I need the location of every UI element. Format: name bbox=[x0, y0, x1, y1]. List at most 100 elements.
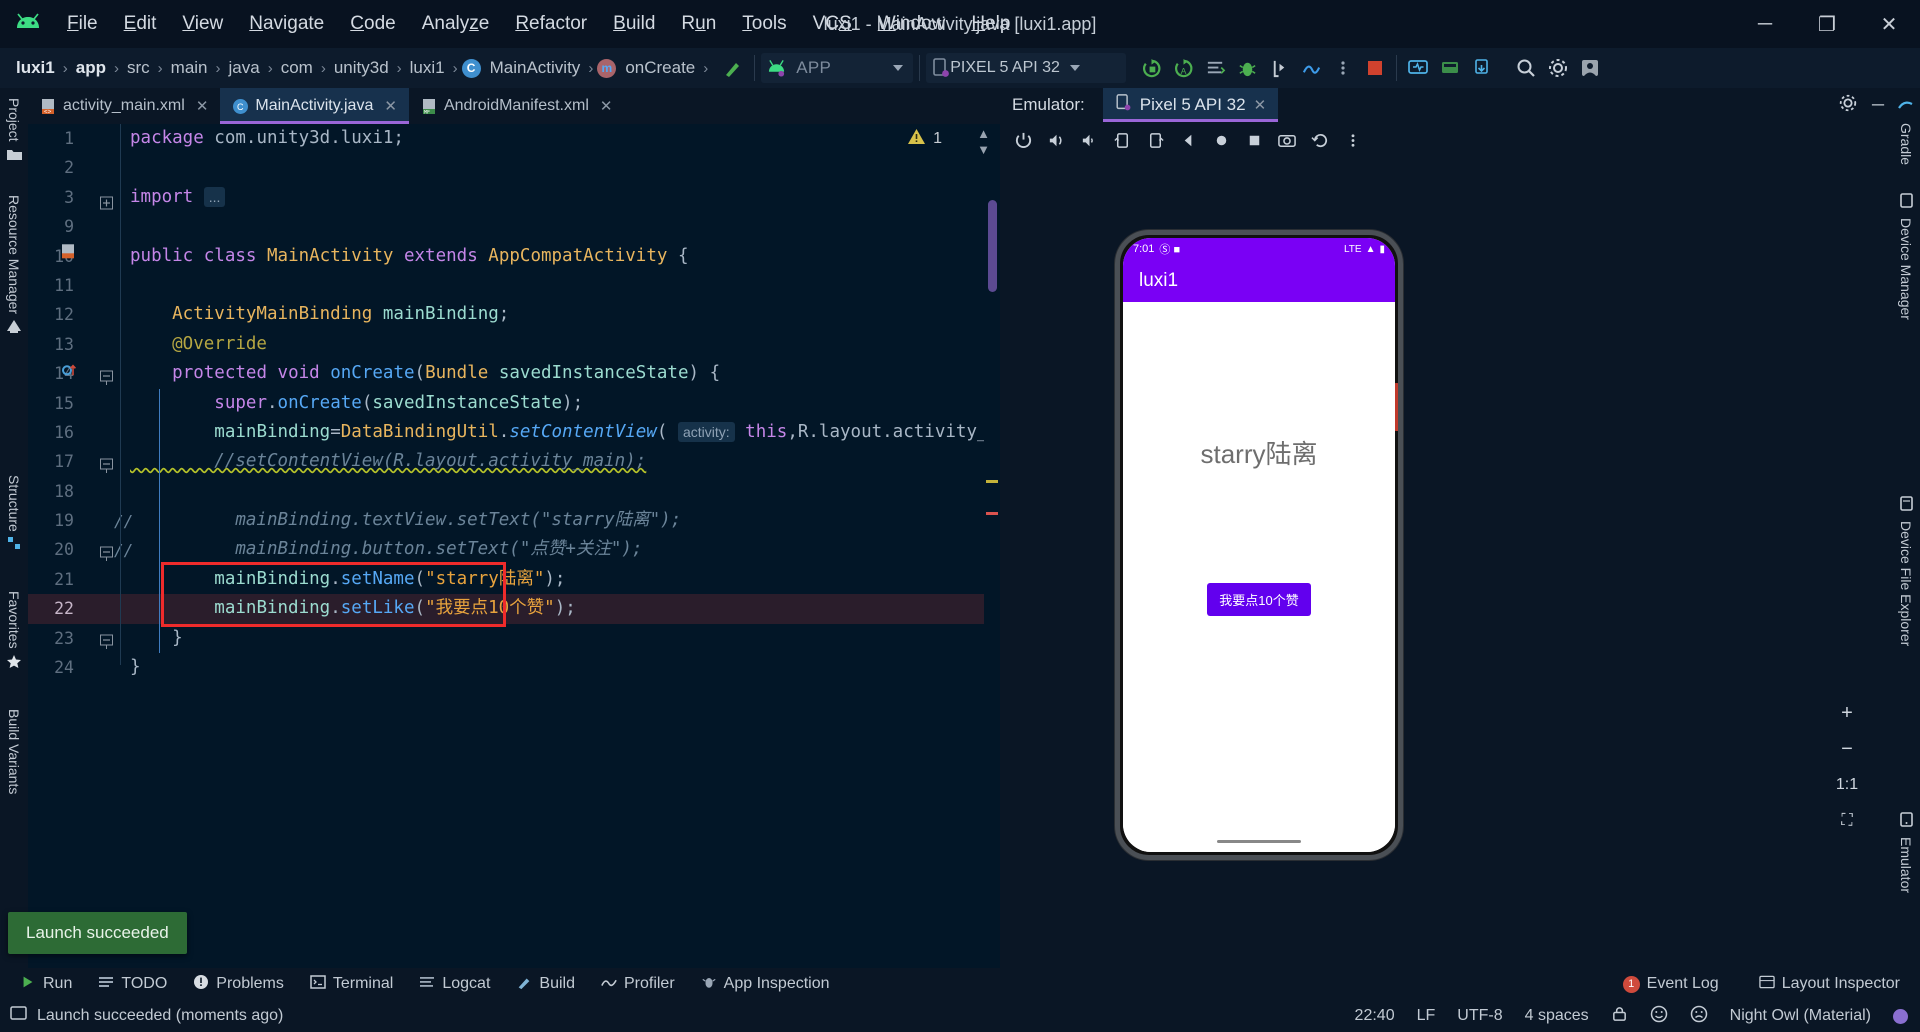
breadcrumb-item-luxi1-pkg[interactable]: luxi1 bbox=[406, 58, 449, 78]
actual-size-button[interactable]: 1:1 bbox=[1830, 768, 1864, 802]
close-icon[interactable]: ✕ bbox=[384, 97, 397, 115]
debug-icon[interactable] bbox=[1232, 53, 1262, 83]
code-editor[interactable]: 1 ▲ ▼ 1 package com.unity3d.luxi1; 2 3 impor… bbox=[28, 124, 1000, 972]
editor-scrollbar[interactable] bbox=[988, 200, 997, 292]
sidebar-item-device-manager[interactable]: Device Manager bbox=[1892, 185, 1920, 328]
tool-window-event-log[interactable]: 1 Event Log bbox=[1613, 972, 1729, 996]
breadcrumb-item-luxi1[interactable]: luxi1 bbox=[12, 58, 59, 78]
menu-vcs[interactable]: VCS bbox=[800, 9, 865, 39]
search-icon[interactable] bbox=[1511, 53, 1541, 83]
code-line[interactable]: 16 mainBinding=DataBindingUtil.setConten… bbox=[28, 418, 1000, 447]
code-line[interactable]: 14 protected void onCreate(Bundle savedI… bbox=[28, 359, 1000, 388]
code-line[interactable]: 17 //setContentView(R.layout.activity_ma… bbox=[28, 447, 1000, 476]
breadcrumb-item-java[interactable]: java bbox=[225, 58, 264, 78]
menu-help[interactable]: Help bbox=[958, 9, 1023, 39]
lock-icon[interactable] bbox=[1611, 1005, 1628, 1027]
fold-toggle-icon[interactable] bbox=[100, 191, 113, 210]
code-line[interactable]: 3 import ... bbox=[28, 183, 1000, 212]
code-line[interactable]: 9 bbox=[28, 212, 1000, 241]
minimize-button[interactable]: ─ bbox=[1734, 0, 1796, 48]
profiler-icon[interactable] bbox=[1296, 53, 1326, 83]
breadcrumb-item-mainactivity[interactable]: MainActivity bbox=[486, 58, 585, 78]
gear-icon[interactable] bbox=[1838, 93, 1858, 118]
menu-refactor[interactable]: Refactor bbox=[502, 9, 600, 39]
tool-window-terminal[interactable]: Terminal bbox=[300, 972, 403, 997]
tool-window-build[interactable]: Build bbox=[506, 971, 585, 998]
code-line[interactable]: 10public class MainActivity extends AppC… bbox=[28, 242, 1000, 271]
rotate-left-icon[interactable] bbox=[1107, 125, 1137, 155]
back-icon[interactable] bbox=[1173, 125, 1203, 155]
run-icon[interactable] bbox=[1136, 53, 1166, 83]
sidebar-item-device-file-explorer[interactable]: Device File Explorer bbox=[1892, 488, 1920, 654]
line-separator[interactable]: LF bbox=[1417, 1007, 1436, 1025]
more-icon[interactable] bbox=[1338, 125, 1368, 155]
breadcrumb-item-oncreate[interactable]: onCreate bbox=[621, 58, 699, 78]
code-line[interactable]: 24} bbox=[28, 653, 1000, 682]
device-selector[interactable]: PIXEL 5 API 32 bbox=[926, 53, 1127, 83]
overview-icon[interactable] bbox=[1239, 125, 1269, 155]
gear-icon[interactable] bbox=[1543, 53, 1573, 83]
theme-name[interactable]: Night Owl (Material) bbox=[1730, 1007, 1871, 1025]
build-hammer-icon[interactable] bbox=[718, 53, 748, 83]
tool-window-problems[interactable]: Problems bbox=[183, 971, 294, 998]
avatar[interactable] bbox=[1575, 53, 1605, 83]
layout-link-gutter-icon[interactable] bbox=[60, 242, 76, 271]
power-icon[interactable] bbox=[1008, 125, 1038, 155]
minimize-panel-icon[interactable]: ─ bbox=[1872, 95, 1884, 115]
emulator-device-tab[interactable]: Pixel 5 API 32 ✕ bbox=[1102, 88, 1279, 122]
code-line[interactable]: 15 super.onCreate(savedInstanceState); bbox=[28, 389, 1000, 418]
code-line[interactable]: 13 @Override bbox=[28, 330, 1000, 359]
code-line[interactable]: 1 package com.unity3d.luxi1; bbox=[28, 124, 1000, 153]
sdk-manager-icon[interactable] bbox=[1435, 53, 1465, 83]
menu-run[interactable]: Run bbox=[668, 9, 729, 39]
device-screen[interactable]: 7:01 Ⓢ ■ LTE ▲ ▮ luxi1 starry陆离 我要点10个赞 bbox=[1123, 238, 1395, 852]
emulator-device-frame[interactable]: 7:01 Ⓢ ■ LTE ▲ ▮ luxi1 starry陆离 我要点10个赞 bbox=[1115, 230, 1403, 860]
code-line[interactable]: 21 mainBinding.setName("starry陆离"); bbox=[28, 565, 1000, 594]
code-line[interactable]: 22 mainBinding.setLike("我要点10个赞"); bbox=[28, 594, 1000, 624]
history-icon[interactable] bbox=[1305, 125, 1335, 155]
fit-screen-button[interactable]: ⛶ bbox=[1830, 804, 1864, 838]
run-configuration-selector[interactable]: APP bbox=[761, 53, 914, 83]
caret-position[interactable]: 22:40 bbox=[1355, 1007, 1395, 1025]
home-icon[interactable] bbox=[1206, 125, 1236, 155]
tab-androidmanifest-xml[interactable]: MF AndroidManifest.xml ✕ bbox=[409, 88, 625, 124]
run-with-coverage-icon[interactable]: A bbox=[1168, 53, 1198, 83]
sidebar-item-project[interactable]: Project bbox=[0, 90, 28, 175]
close-icon[interactable]: ✕ bbox=[196, 97, 209, 115]
menu-edit[interactable]: Edit bbox=[111, 9, 170, 39]
close-icon[interactable]: ✕ bbox=[1254, 96, 1267, 114]
status-message[interactable]: Launch succeeded (moments ago) bbox=[37, 1007, 283, 1025]
override-gutter-icon[interactable] bbox=[62, 359, 78, 388]
more-actions-icon[interactable] bbox=[1328, 53, 1358, 83]
sidebar-item-resource-manager[interactable]: Resource Manager bbox=[0, 187, 28, 347]
menu-tools[interactable]: Tools bbox=[729, 9, 799, 39]
tool-window-run[interactable]: Run bbox=[10, 971, 82, 998]
menu-view[interactable]: View bbox=[169, 9, 236, 39]
maximize-button[interactable]: ❐ bbox=[1796, 0, 1858, 48]
screenshot-icon[interactable] bbox=[1272, 125, 1302, 155]
code-line[interactable]: 20 // mainBinding.button.setText("点赞+关注")… bbox=[28, 535, 1000, 564]
breadcrumb-item-src[interactable]: src bbox=[123, 58, 154, 78]
fold-toggle-icon[interactable] bbox=[100, 455, 113, 473]
code-line[interactable]: 11 bbox=[28, 271, 1000, 300]
breadcrumb-item-unity3d[interactable]: unity3d bbox=[330, 58, 393, 78]
code-line[interactable]: 2 bbox=[28, 153, 1000, 182]
device-file-explorer-icon[interactable] bbox=[1467, 53, 1497, 83]
fold-toggle-icon[interactable] bbox=[100, 367, 113, 385]
indent-setting[interactable]: 4 spaces bbox=[1525, 1007, 1589, 1025]
sidebar-item-favorites[interactable]: Favorites bbox=[0, 583, 28, 683]
app-like-button[interactable]: 我要点10个赞 bbox=[1207, 583, 1311, 616]
tool-window-logcat[interactable]: Logcat bbox=[409, 972, 500, 997]
sidebar-item-emulator[interactable]: Emulator bbox=[1892, 804, 1920, 901]
close-button[interactable]: ✕ bbox=[1858, 0, 1920, 48]
menu-build[interactable]: Build bbox=[600, 9, 668, 39]
file-encoding[interactable]: UTF-8 bbox=[1457, 1007, 1502, 1025]
menu-analyze[interactable]: Analyze bbox=[409, 9, 503, 39]
fold-toggle-icon[interactable] bbox=[100, 632, 113, 650]
warning-marker[interactable] bbox=[986, 480, 998, 483]
tool-window-todo[interactable]: TODO bbox=[88, 972, 177, 997]
breadcrumb-item-app[interactable]: app bbox=[72, 58, 110, 78]
apply-changes-icon[interactable] bbox=[1200, 53, 1230, 83]
tab-mainactivity-java[interactable]: C MainActivity.java ✕ bbox=[220, 88, 409, 124]
rotate-right-icon[interactable] bbox=[1140, 125, 1170, 155]
